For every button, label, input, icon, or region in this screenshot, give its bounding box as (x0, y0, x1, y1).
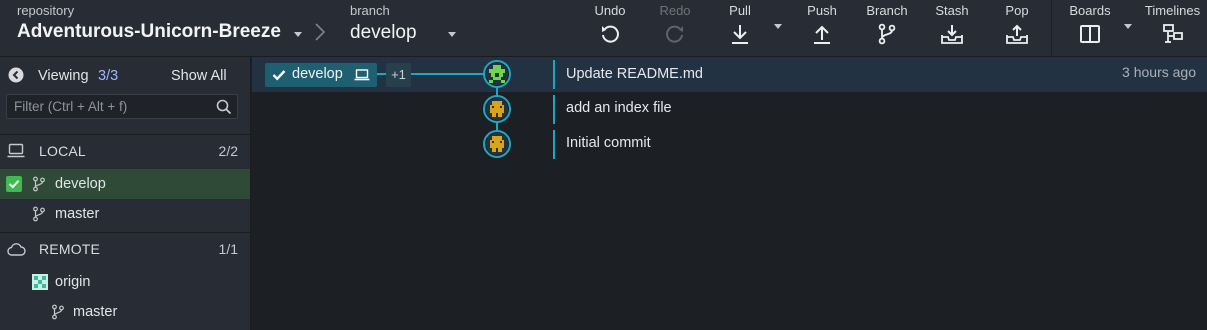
branch-label: master (55, 206, 100, 222)
push-label: Push (807, 3, 837, 18)
pull-down-arrow-icon (732, 25, 748, 44)
branch-button-label: Branch (866, 3, 908, 18)
checkmark-icon (272, 70, 286, 81)
git-branch-icon (878, 23, 896, 45)
branch-icon (33, 176, 45, 192)
repository-caret-icon (294, 32, 302, 37)
pull-options-caret-icon[interactable] (774, 24, 782, 29)
remote-avatar-icon (32, 274, 48, 290)
pop-tray-icon (1006, 24, 1028, 44)
commit-message: Initial commit (566, 135, 651, 151)
remote-origin[interactable]: origin (0, 267, 250, 297)
pop-label: Pop (1005, 3, 1029, 18)
breadcrumb-chevron-icon (315, 23, 326, 41)
redo-label: Redo (659, 3, 691, 18)
remote-section-count: 1/1 (218, 241, 238, 257)
show-all-button[interactable]: Show All (171, 68, 227, 84)
viewing-header: Viewing 3/3 Show All (0, 57, 250, 92)
branch-icon (33, 206, 45, 222)
local-section-header[interactable]: LOCAL 2/2 (0, 134, 250, 166)
boards-panel-icon (1080, 25, 1100, 43)
filter-box (6, 94, 238, 119)
branch-icon (52, 304, 64, 320)
commit-message: add an index file (566, 100, 672, 116)
boards-button[interactable]: Boards (1062, 0, 1118, 56)
laptop-icon (354, 69, 370, 81)
pull-button[interactable]: Pull (718, 0, 762, 56)
commit-time: 3 hours ago (1122, 64, 1196, 80)
local-section-count: 2/2 (218, 143, 238, 159)
commit-graph: Update README.md 3 hours ago add an inde… (252, 57, 1207, 330)
timelines-label: Timelines (1144, 3, 1201, 18)
extra-refs-badge[interactable]: +1 (386, 63, 411, 87)
stash-tray-icon (941, 25, 963, 44)
push-up-arrow-icon (814, 25, 830, 44)
undo-icon (602, 25, 619, 43)
left-panel: Viewing 3/3 Show All LOCAL 2/2 develop (0, 57, 251, 330)
undo-label: Undo (594, 3, 626, 18)
branch-label: develop (55, 176, 106, 192)
branch-caret-icon (448, 32, 456, 37)
viewing-count: 3/3 (98, 68, 119, 84)
toolbar-divider (1051, 0, 1052, 57)
cloud-icon (7, 243, 26, 256)
repository-name: Adventurous-Unicorn-Breeze (17, 21, 281, 42)
branch-tag-label: develop (292, 66, 343, 82)
commit-node-avatar-icon[interactable] (483, 130, 511, 158)
push-button[interactable]: Push (800, 0, 844, 56)
toolbar: repository Adventurous-Unicorn-Breeze br… (0, 0, 1207, 57)
pop-button[interactable]: Pop (994, 0, 1040, 56)
branch-tag-develop[interactable]: develop (265, 63, 377, 87)
checkbox-checked-icon[interactable] (6, 176, 22, 192)
laptop-icon (7, 143, 25, 158)
local-branch-develop[interactable]: develop (0, 169, 250, 199)
remote-section-label: REMOTE (39, 241, 101, 257)
remote-name: origin (55, 274, 91, 290)
timelines-icon (1162, 24, 1183, 43)
redo-button[interactable]: Redo (653, 0, 697, 56)
create-branch-button[interactable]: Branch (861, 0, 913, 56)
filter-input[interactable] (7, 95, 207, 118)
stash-button[interactable]: Stash (928, 0, 976, 56)
undo-button[interactable]: Undo (588, 0, 632, 56)
search-icon (216, 99, 232, 115)
branch-label: master (73, 304, 118, 320)
remote-section-header[interactable]: REMOTE 1/1 (0, 232, 250, 264)
boards-label: Boards (1069, 3, 1111, 18)
pull-label: Pull (729, 3, 751, 18)
viewing-label: Viewing (38, 68, 89, 84)
boards-caret-icon[interactable] (1124, 24, 1132, 29)
local-branch-master[interactable]: master (0, 199, 250, 229)
current-branch-name: develop (350, 22, 417, 43)
timelines-button[interactable]: Timelines (1138, 0, 1207, 56)
commit-node-avatar-icon[interactable] (483, 60, 511, 88)
remote-branch-master[interactable]: master (0, 297, 250, 327)
local-section-label: LOCAL (39, 143, 86, 159)
stash-label: Stash (935, 3, 969, 18)
redo-icon (666, 25, 683, 43)
commit-node-avatar-icon[interactable] (483, 95, 511, 123)
commit-message: Update README.md (566, 66, 703, 82)
repository-selector[interactable]: Adventurous-Unicorn-Breeze (0, 0, 330, 56)
branch-selector[interactable]: develop (340, 0, 470, 56)
collapse-panel-icon[interactable] (8, 67, 24, 83)
